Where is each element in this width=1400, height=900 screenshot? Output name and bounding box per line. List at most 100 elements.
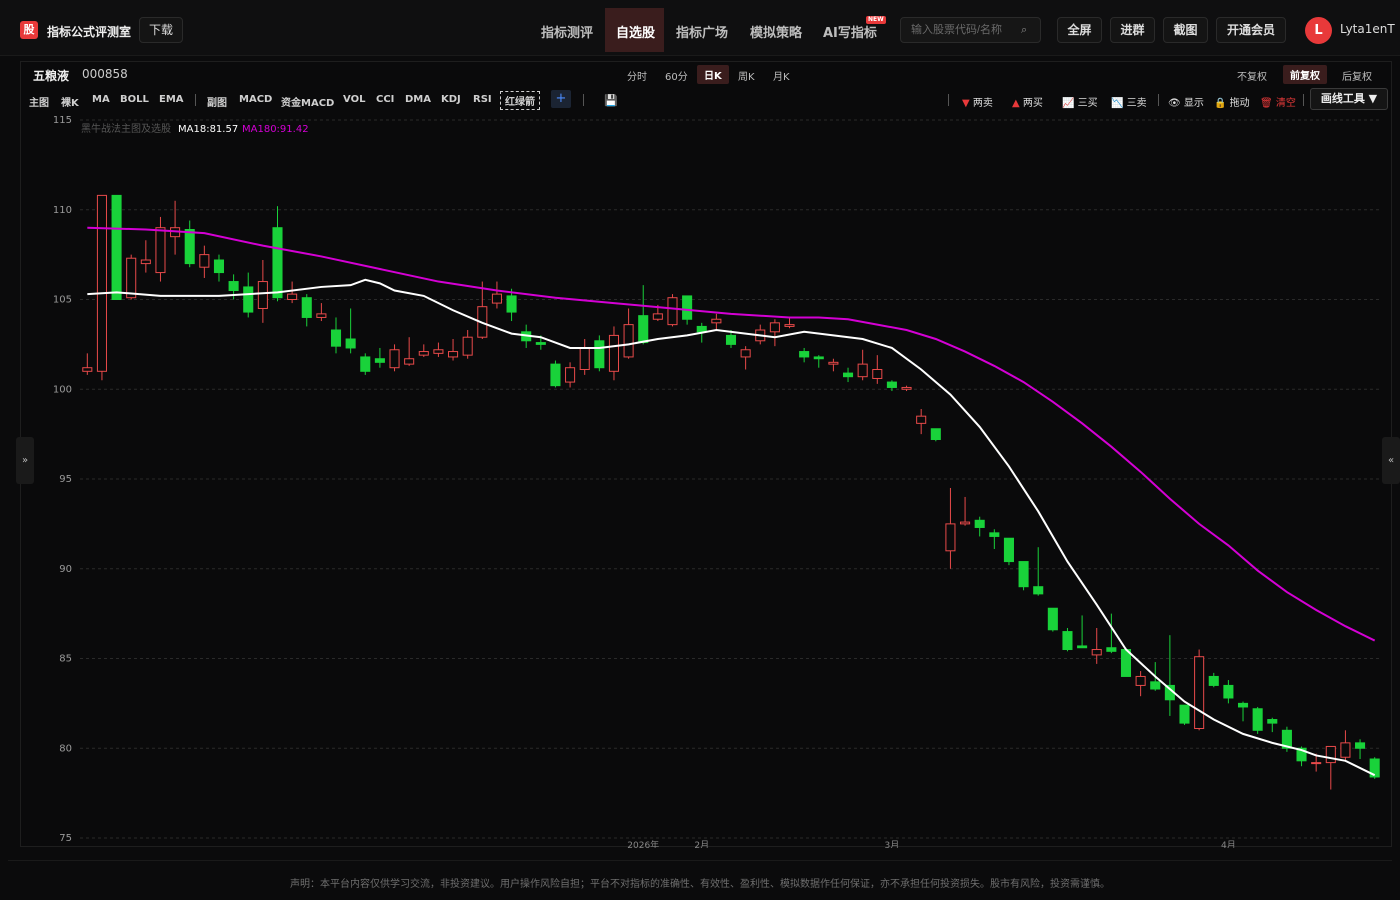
legend-ma18: MA18:81.57 — [178, 124, 238, 135]
membership-button[interactable]: 开通会员 — [1216, 17, 1286, 43]
candle — [316, 303, 327, 322]
candle-body — [1062, 631, 1073, 651]
candle-body — [491, 293, 502, 304]
candle — [360, 353, 371, 375]
draw-drag-toggle[interactable]: 🔒 拖动 — [1214, 94, 1250, 109]
adjust-forward[interactable]: 前复权 — [1283, 65, 1327, 84]
add-indicator-button[interactable]: + — [551, 90, 571, 108]
nav-item-indicator-square[interactable]: 指标广场 — [676, 22, 728, 41]
candle-body — [82, 367, 93, 372]
indicator-vol[interactable]: VOL — [343, 94, 365, 105]
candlestick-chart[interactable]: 115 110 105 100 95 90 85 80 75 2026年 2月 3月 4月 黑牛战法主… — [22, 112, 1390, 848]
y-tick-label: 90 — [59, 564, 72, 575]
download-button[interactable]: 下载 — [139, 17, 183, 43]
footer-divider — [8, 860, 1392, 861]
x-axis-labels: 2026年 2月 3月 4月 — [627, 839, 1235, 848]
fullscreen-button[interactable]: 全屏 — [1057, 17, 1102, 43]
save-icon[interactable]: 💾 — [604, 94, 618, 107]
search-icon[interactable]: ⌕ — [1021, 23, 1027, 37]
adjust-backward[interactable]: 后复权 — [1342, 68, 1372, 83]
indicator-kdj[interactable]: KDJ — [441, 94, 461, 105]
candle-body — [1077, 645, 1088, 649]
candle-body — [901, 386, 912, 390]
adjust-none[interactable]: 不复权 — [1237, 68, 1267, 83]
screenshot-button[interactable]: 截图 — [1163, 17, 1208, 43]
candle-body — [140, 259, 151, 265]
indicator-dma[interactable]: DMA — [405, 94, 431, 105]
candle — [170, 200, 181, 255]
nav-item-indicator-review[interactable]: 指标测评 — [541, 22, 593, 41]
period-intraday[interactable]: 分时 — [627, 68, 647, 83]
candle-body — [1047, 607, 1058, 631]
candle — [418, 344, 429, 357]
candle-body — [345, 338, 356, 349]
candle-body — [608, 334, 620, 372]
candle — [213, 254, 225, 282]
candle-body — [1091, 649, 1102, 656]
draw-show-toggle[interactable]: 👁 显示 — [1168, 94, 1204, 109]
candle-body — [872, 369, 883, 379]
candle-body — [1237, 702, 1249, 708]
trash-icon: 🗑 — [1260, 98, 1273, 109]
draw-two-sell[interactable]: ▼ 两卖 — [962, 94, 993, 109]
stock-name: 五粮液 — [33, 69, 70, 83]
indicator-cci[interactable]: CCI — [376, 94, 394, 105]
candle — [1135, 671, 1146, 697]
candle-body — [1252, 708, 1263, 731]
indicator-fund-macd[interactable]: 资金MACD — [281, 94, 334, 109]
candle — [828, 358, 839, 372]
candle-body — [228, 281, 239, 292]
indicator-boll[interactable]: BOLL — [120, 94, 149, 105]
candle — [82, 353, 93, 375]
draw-three-buy[interactable]: 📈 三买 — [1062, 94, 1098, 109]
candle — [1018, 561, 1029, 591]
candle-body — [184, 228, 195, 265]
period-daily[interactable]: 日K — [697, 65, 729, 84]
indicator-macd[interactable]: MACD — [239, 94, 272, 105]
toolbar-divider — [948, 94, 949, 106]
user-avatar[interactable]: L — [1305, 17, 1332, 44]
ma18-line — [87, 278, 1376, 777]
candle-body — [784, 324, 795, 327]
join-group-button[interactable]: 进群 — [1110, 17, 1155, 43]
draw-three-sell[interactable]: 📉 三卖 — [1111, 94, 1147, 109]
indicator-naked-k[interactable]: 裸K — [61, 94, 79, 109]
legend-ma180: MA180:91.42 — [242, 124, 309, 135]
drawing-tools-dropdown[interactable]: 画线工具 ▼ — [1310, 88, 1388, 110]
username[interactable]: Lyta1enT — [1340, 22, 1395, 36]
candle-body — [1311, 762, 1322, 765]
candle-body — [1223, 684, 1234, 699]
candle-body — [96, 194, 107, 372]
candle — [1194, 649, 1205, 731]
indicator-ma[interactable]: MA — [92, 94, 110, 105]
x-tick-label: 4月 — [1221, 840, 1236, 848]
candle — [330, 317, 342, 354]
legend-strategy: 黑牛战法主图及选股 — [81, 122, 171, 135]
indicator-red-green-arrow[interactable]: 红绿箭 — [500, 91, 540, 110]
candle — [974, 516, 985, 537]
nav-item-ai-write-indicator[interactable]: AI写指标 — [823, 22, 877, 41]
candle-body — [886, 381, 897, 388]
candle-body — [1106, 647, 1117, 652]
period-weekly[interactable]: 周K — [738, 68, 755, 83]
draw-two-buy[interactable]: ▲ 两买 — [1012, 94, 1043, 109]
indicator-ema[interactable]: EMA — [159, 94, 184, 105]
candle-body — [1355, 742, 1366, 749]
candle-body — [462, 336, 473, 356]
candle — [155, 216, 166, 282]
candle — [769, 319, 780, 347]
candle — [740, 346, 751, 370]
indicator-rsi[interactable]: RSI — [473, 94, 492, 105]
period-monthly[interactable]: 月K — [773, 68, 790, 83]
candle — [594, 335, 605, 372]
app-logo-icon[interactable]: 股 — [20, 21, 38, 39]
candle — [1077, 615, 1088, 649]
candle — [1003, 537, 1014, 566]
app-brand-title[interactable]: 指标公式评测室 — [47, 23, 131, 40]
draw-clear-button[interactable]: 🗑 清空 — [1260, 94, 1296, 109]
stock-search-input[interactable] — [900, 17, 1041, 43]
nav-item-simulation-strategy[interactable]: 模拟策略 — [750, 22, 802, 41]
candle — [448, 338, 459, 361]
period-60min[interactable]: 60分 — [665, 68, 688, 83]
nav-item-watchlist[interactable]: 自选股 — [616, 22, 655, 41]
